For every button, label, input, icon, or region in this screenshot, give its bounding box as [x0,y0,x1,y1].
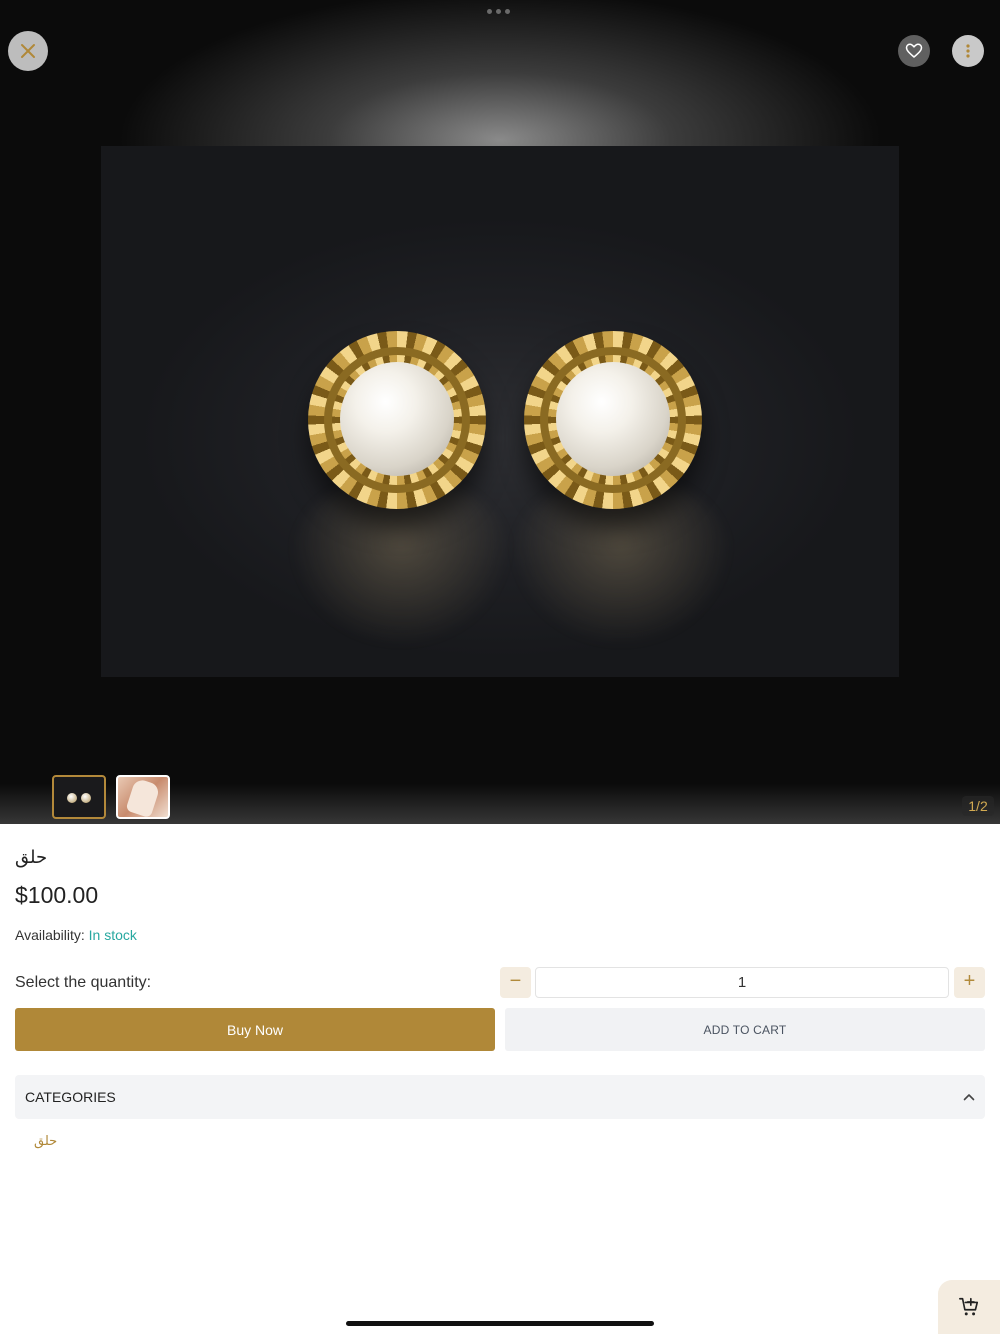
image-counter: 1/2 [962,796,994,816]
stock-status: In stock [88,927,137,943]
window-handle-dots [487,9,510,14]
favorite-button[interactable] [898,35,930,67]
close-icon [21,44,35,58]
gallery-thumbnail[interactable] [116,775,170,819]
chevron-up-icon [963,1094,975,1101]
product-title: حلق [15,847,48,868]
quantity-decrease-button[interactable]: − [500,967,531,998]
category-link[interactable]: حلق [34,1134,57,1149]
product-photo [101,146,899,677]
gallery-thumbnail[interactable] [52,775,106,819]
home-indicator [346,1321,654,1326]
quantity-label: Select the quantity: [15,974,152,991]
buy-now-button[interactable]: Buy Now [15,1008,495,1051]
earring-left [308,331,486,509]
add-to-cart-button[interactable]: ADD TO CART [505,1008,985,1051]
floating-cart-button[interactable] [938,1280,1000,1334]
earring-right [524,331,702,509]
cart-add-icon [959,1297,979,1316]
availability: Availability: In stock [15,927,137,943]
more-vertical-icon [966,44,970,58]
quantity-input[interactable]: 1 [535,967,949,998]
categories-accordion-header[interactable]: CATEGORIES [15,1075,985,1119]
heart-icon [905,43,923,58]
availability-label: Availability: [15,927,85,943]
product-price: $100.00 [15,882,99,908]
close-button[interactable] [8,31,48,71]
more-options-button[interactable] [952,35,984,67]
categories-title: CATEGORIES [25,1089,116,1105]
quantity-increase-button[interactable]: + [954,967,985,998]
product-image-gallery[interactable]: 1/2 [0,0,1000,824]
